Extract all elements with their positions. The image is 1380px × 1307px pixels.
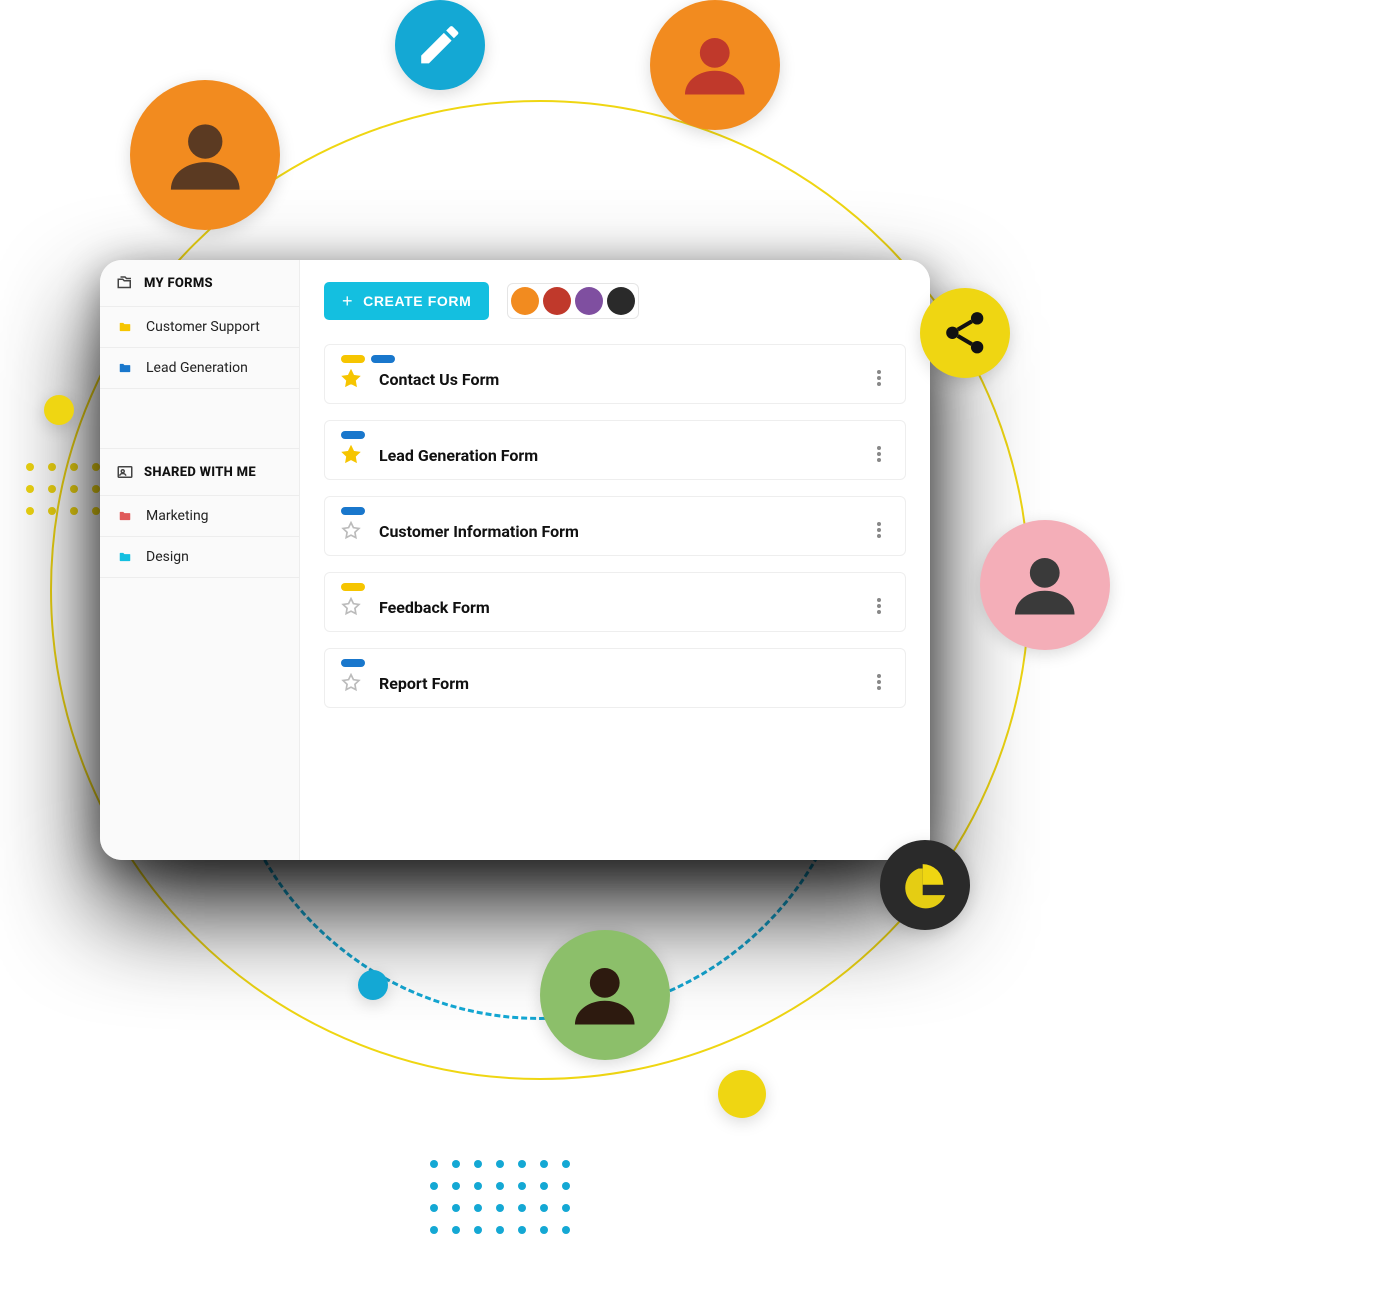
more-options-button[interactable]	[869, 672, 889, 692]
tag-yellow	[341, 355, 365, 363]
sidebar-item-label: Lead Generation	[146, 360, 248, 376]
collaborator-avatar	[543, 287, 571, 315]
star-icon[interactable]	[341, 521, 361, 541]
avatar-bubble-1	[130, 80, 280, 230]
edit-bubble	[395, 0, 485, 90]
star-icon[interactable]	[341, 369, 361, 389]
tag-blue	[341, 659, 365, 667]
folder-icon	[116, 320, 134, 334]
pencil-icon	[415, 20, 465, 70]
sidebar-header-shared-label: SHARED WITH ME	[144, 465, 256, 480]
sidebar-spacer	[100, 389, 299, 449]
person-icon	[679, 29, 751, 101]
more-options-button[interactable]	[869, 596, 889, 616]
sidebar-item-label: Customer Support	[146, 319, 260, 335]
avatar-bubble-4	[540, 930, 670, 1060]
share-icon	[940, 308, 990, 358]
dot-grid-bottom	[430, 1160, 570, 1234]
card-tags	[341, 659, 889, 667]
form-card[interactable]: Report Form	[324, 648, 906, 708]
sidebar-header-my-forms: MY FORMS	[100, 260, 299, 307]
create-form-button[interactable]: + CREATE FORM	[324, 282, 489, 320]
tag-blue	[371, 355, 395, 363]
sidebar-item-label: Design	[146, 549, 189, 565]
form-card[interactable]: Contact Us Form	[324, 344, 906, 404]
person-icon	[569, 959, 641, 1031]
form-title: Contact Us Form	[379, 370, 499, 389]
form-title: Lead Generation Form	[379, 446, 538, 465]
folders-icon	[116, 274, 134, 292]
tag-blue	[341, 431, 365, 439]
avatar-bubble-2	[650, 0, 780, 130]
avatar-bubble-3	[980, 520, 1110, 650]
folder-icon	[116, 550, 134, 564]
collaborator-avatar	[511, 287, 539, 315]
more-options-button[interactable]	[869, 368, 889, 388]
star-icon[interactable]	[341, 673, 361, 693]
form-card[interactable]: Lead Generation Form	[324, 420, 906, 480]
star-icon[interactable]	[341, 597, 361, 617]
sidebar-header-shared: SHARED WITH ME	[100, 449, 299, 496]
card-tags	[341, 355, 889, 363]
star-icon[interactable]	[341, 445, 361, 465]
collaborator-avatar	[607, 287, 635, 315]
tag-blue	[341, 507, 365, 515]
sidebar-item-customer-support[interactable]: Customer Support	[100, 307, 299, 348]
sidebar-item-label: Marketing	[146, 508, 209, 524]
sidebar-header-my-forms-label: MY FORMS	[144, 276, 213, 291]
orbit-dot-yellow-medium	[718, 1070, 766, 1118]
chart-bubble	[880, 840, 970, 930]
plus-icon: +	[342, 292, 353, 310]
form-card[interactable]: Customer Information Form	[324, 496, 906, 556]
sidebar-item-lead-generation[interactable]: Lead Generation	[100, 348, 299, 389]
form-title: Report Form	[379, 674, 469, 693]
collaborator-avatars[interactable]	[507, 283, 639, 319]
collaborator-avatar	[575, 287, 603, 315]
pie-chart-icon	[900, 860, 950, 910]
orbit-dot-yellow-small	[44, 395, 74, 425]
app-window: MY FORMS Customer Support Lead Generation…	[100, 260, 930, 860]
form-card[interactable]: Feedback Form	[324, 572, 906, 632]
folder-icon	[116, 361, 134, 375]
card-tags	[341, 507, 889, 515]
dot-grid-left	[26, 463, 100, 515]
sidebar-item-marketing[interactable]: Marketing	[100, 496, 299, 537]
tag-yellow	[341, 583, 365, 591]
form-title: Customer Information Form	[379, 522, 579, 541]
sidebar-item-design[interactable]: Design	[100, 537, 299, 578]
folder-icon	[116, 509, 134, 523]
topbar: + CREATE FORM	[324, 282, 906, 320]
create-form-label: CREATE FORM	[363, 293, 471, 309]
sidebar: MY FORMS Customer Support Lead Generation…	[100, 260, 300, 860]
card-tags	[341, 431, 889, 439]
main-panel: + CREATE FORM Contact Us Form Lead Gener…	[300, 260, 930, 860]
more-options-button[interactable]	[869, 444, 889, 464]
card-tags	[341, 583, 889, 591]
form-list: Contact Us Form Lead Generation Form Cus…	[324, 344, 906, 708]
person-icon	[164, 114, 247, 197]
person-icon	[1009, 549, 1081, 621]
form-title: Feedback Form	[379, 598, 490, 617]
more-options-button[interactable]	[869, 520, 889, 540]
shared-folder-icon	[116, 463, 134, 481]
orbit-dot-teal-small	[358, 970, 388, 1000]
share-bubble	[920, 288, 1010, 378]
